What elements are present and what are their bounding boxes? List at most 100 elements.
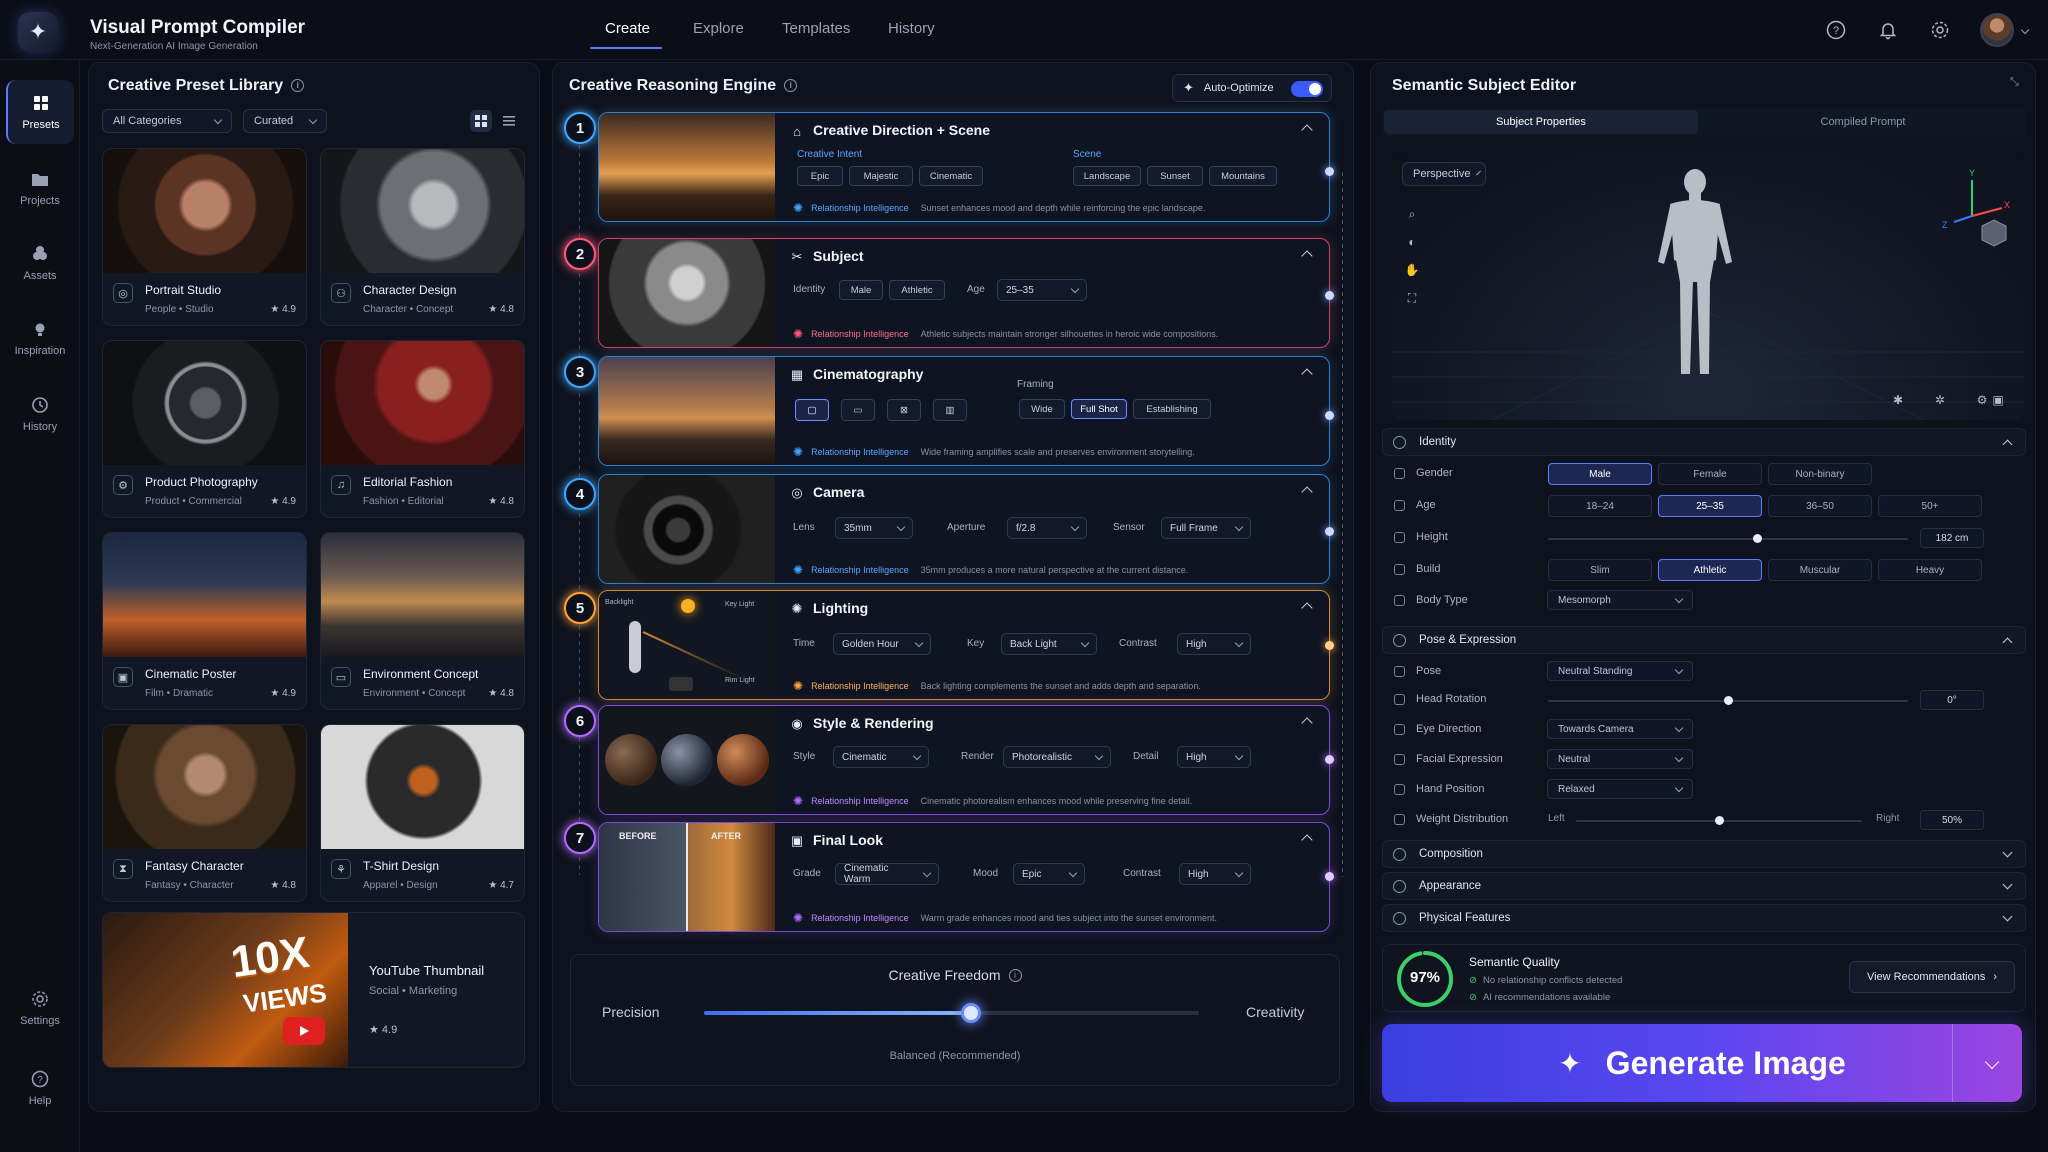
build-option-muscular[interactable]: Muscular [1768,559,1872,581]
tab-explore[interactable]: Explore [693,20,744,37]
weight-distribution-thumb[interactable] [1715,816,1724,825]
age-option-18-24[interactable]: 18–24 [1548,495,1652,517]
rail-item-presets[interactable]: Presets [6,80,74,144]
rail-item-help[interactable]: ? Help [6,1056,74,1120]
grade-dropdown[interactable]: Cinematic Warm [835,863,939,885]
preset-card-character-design[interactable]: ⚇ Character Design Character • Concept ★… [320,148,525,326]
chevron-down-icon[interactable] [2002,911,2013,922]
creative-freedom-slider[interactable] [704,1011,1199,1015]
grid-view-icon[interactable] [470,110,492,132]
pose-dropdown[interactable]: Neutral Standing [1547,661,1693,681]
view-recommendations-button[interactable]: View Recommendations › [1849,961,2015,993]
chip-sunset[interactable]: Sunset [1147,166,1203,186]
rail-item-history[interactable]: History [6,382,74,446]
rail-item-settings[interactable]: Settings [6,976,74,1040]
frame-wide-icon[interactable]: ▢ [795,399,829,421]
user-avatar[interactable] [1980,13,2014,47]
facial-expression-dropdown[interactable]: Neutral [1547,749,1693,769]
gender-option-male[interactable]: Male [1548,463,1652,485]
build-option-slim[interactable]: Slim [1548,559,1652,581]
chip-athletic[interactable]: Athletic [889,280,945,300]
key-dropdown[interactable]: Back Light [1001,633,1097,655]
step-card-lighting[interactable]: Backlight Key Light Rim Light ✺ Lighting… [598,590,1330,700]
expand-icon[interactable]: ⤡ [2010,76,2024,90]
preset-card-environment-concept[interactable]: ▭ Environment Concept Environment • Conc… [320,532,525,710]
step-card-creative-direction[interactable]: ⌂ Creative Direction + Scene Creative In… [598,112,1330,222]
info-icon[interactable]: i [1008,969,1022,982]
pose-section-header[interactable]: Pose & Expression [1382,626,2026,654]
collapse-icon[interactable] [1301,124,1313,136]
detail-dropdown[interactable]: High [1177,746,1251,768]
gender-option-female[interactable]: Female [1658,463,1762,485]
tab-compiled-prompt[interactable]: Compiled Prompt [1704,110,2022,134]
help-icon[interactable]: ? [1824,18,1848,42]
frame-medium-icon[interactable]: ▭ [841,399,875,421]
rail-item-inspiration[interactable]: Inspiration [6,306,74,370]
screenshot-icon[interactable]: ▣ [1988,390,2008,410]
list-view-icon[interactable] [498,110,520,132]
orbit-icon[interactable]: ◐ [1402,232,1422,252]
view-mode-dropdown[interactable]: Perspective [1402,162,1486,186]
zoom-icon[interactable]: ⌕ [1402,204,1422,224]
identity-section-header[interactable]: Identity [1382,428,2026,456]
chip-majestic[interactable]: Majestic [849,166,913,186]
render-dropdown[interactable]: Photorealistic [1003,746,1111,768]
tab-history[interactable]: History [888,20,935,37]
build-option-heavy[interactable]: Heavy [1878,559,1982,581]
head-rotation-value[interactable]: 0° [1920,690,1984,710]
preset-card-youtube-thumbnail[interactable]: 10X VIEWS YouTube Thumbnail Social • Mar… [102,912,525,1068]
body-type-dropdown[interactable]: Mesomorph [1547,590,1693,610]
frame-grid-icon[interactable]: ▥ [933,399,967,421]
composition-section-header[interactable]: Composition [1382,840,2026,868]
collapse-icon[interactable] [1301,717,1313,729]
hand-position-dropdown[interactable]: Relaxed [1547,779,1693,799]
chevron-up-icon[interactable] [2002,637,2013,648]
chip-wide[interactable]: Wide [1019,399,1065,419]
age-option-25-35[interactable]: 25–35 [1658,495,1762,517]
preset-card-cinematic-poster[interactable]: ▣ Cinematic Poster Film • Dramatic ★ 4.9 [102,532,307,710]
chevron-down-icon[interactable] [2002,879,2013,890]
step-card-final-look[interactable]: BEFORE AFTER ▣ Final Look Grade Cinemati… [598,822,1330,932]
preset-card-portrait-studio[interactable]: ◎ Portrait Studio People • Studio ★ 4.9 [102,148,307,326]
collapse-icon[interactable] [1301,486,1313,498]
physical-features-section-header[interactable]: Physical Features [1382,904,2026,932]
preset-card-fantasy-character[interactable]: ⧗ Fantasy Character Fantasy • Character … [102,724,307,902]
chevron-down-icon[interactable] [2018,18,2032,42]
rail-item-projects[interactable]: Projects [6,156,74,220]
style-dropdown[interactable]: Cinematic [833,746,929,768]
auto-optimize-toggle[interactable] [1291,81,1323,97]
age-dropdown[interactable]: 25–35 [997,279,1087,301]
height-slider-thumb[interactable] [1752,534,1762,543]
preset-card-t-shirt-design[interactable]: ⚘ T-Shirt Design Apparel • Design ★ 4.7 [320,724,525,902]
tab-create[interactable]: Create [605,20,650,37]
contrast-dropdown[interactable]: High [1179,863,1251,885]
head-rotation-thumb[interactable] [1724,696,1733,705]
frame-split-icon[interactable]: ⊠ [887,399,921,421]
contrast-dropdown[interactable]: High [1177,633,1251,655]
chip-landscape[interactable]: Landscape [1073,166,1141,186]
chevron-down-icon[interactable] [2002,847,2013,858]
generate-options-dropdown[interactable] [1952,1024,2022,1102]
lens-dropdown[interactable]: 35mm [835,517,913,539]
info-icon[interactable]: i [784,79,798,92]
chip-male[interactable]: Male [839,280,883,300]
age-option-36-50[interactable]: 36–50 [1768,495,1872,517]
generate-image-button[interactable]: ✦ Generate Image [1382,1024,2022,1102]
pan-icon[interactable]: ✋ [1402,260,1422,280]
step-card-cinematography[interactable]: ▦ Cinematography ▢ ▭ ⊠ ▥ Framing Wide Fu… [598,356,1330,466]
pose-figure-icon[interactable]: ✱ [1888,390,1908,410]
gear-icon[interactable] [1928,18,1952,42]
chip-full-shot[interactable]: Full Shot [1071,399,1127,419]
chip-mountains[interactable]: Mountains [1209,166,1277,186]
age-option-50-plus[interactable]: 50+ [1878,495,1982,517]
chip-cinematic[interactable]: Cinematic [919,166,983,186]
time-dropdown[interactable]: Golden Hour [833,633,931,655]
collapse-icon[interactable] [1301,602,1313,614]
info-icon[interactable]: i [291,79,305,92]
app-logo-icon[interactable]: ✦ [18,12,58,52]
collapse-icon[interactable] [1301,834,1313,846]
step-card-style-rendering[interactable]: ◉ Style & Rendering Style Cinematic Rend… [598,705,1330,815]
mood-dropdown[interactable]: Epic [1013,863,1085,885]
axis-gizmo[interactable]: Y X Z [1932,166,2012,256]
preset-card-product-photography[interactable]: ⚙ Product Photography Product • Commerci… [102,340,307,518]
